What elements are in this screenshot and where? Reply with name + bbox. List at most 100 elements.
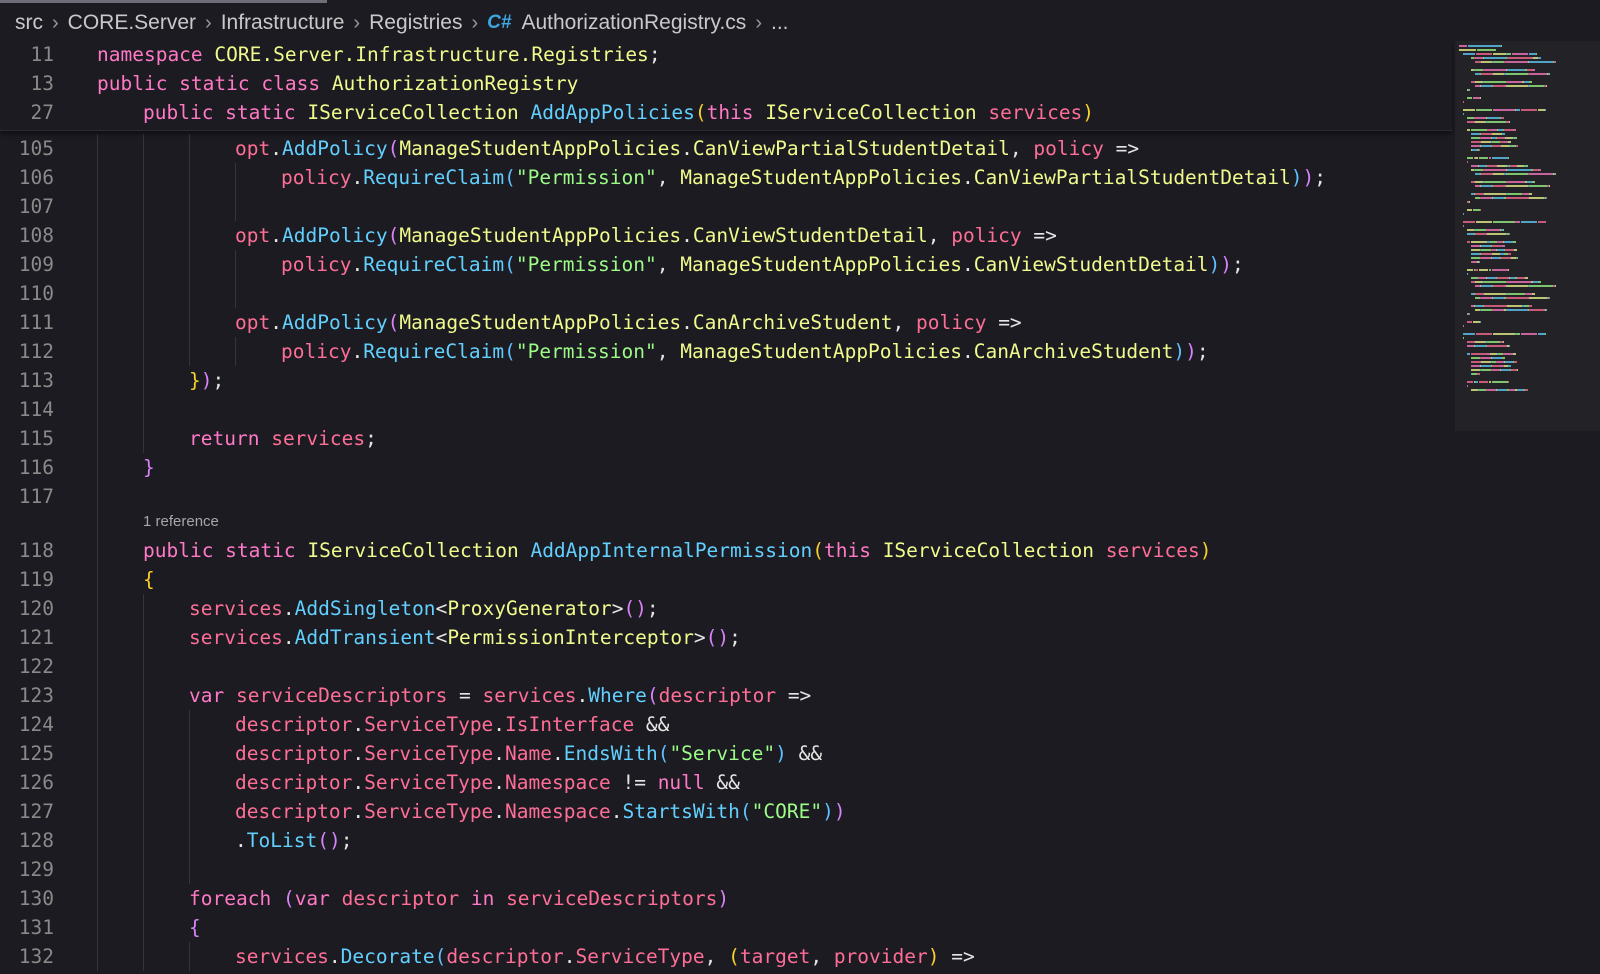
code-token: IServiceCollection [765, 101, 977, 124]
sticky-scroll-header[interactable]: 11 namespace CORE.Server.Infrastructure.R… [0, 41, 1452, 131]
code-token: ) [1208, 253, 1221, 276]
minimap[interactable] [1455, 41, 1600, 974]
code-token: . [576, 684, 589, 707]
code-line[interactable]: 108 opt.AddPolicy(ManageStudentAppPolicie… [0, 221, 1452, 250]
codelens-references-link[interactable]: 1 reference [143, 513, 219, 530]
code-token: . [493, 713, 506, 736]
code-line[interactable]: 11 namespace CORE.Server.Infrastructure.R… [0, 40, 1452, 69]
chevron-right-icon: › [205, 11, 212, 34]
minimap-stripe [1469, 89, 1470, 91]
code-token: policy [281, 340, 352, 363]
code-line[interactable]: 117 [0, 482, 1452, 511]
indent-guide [189, 134, 190, 366]
minimap-stripe [1514, 137, 1517, 139]
code-token: "Permission" [515, 340, 657, 363]
minimap-stripe [1538, 169, 1541, 171]
minimap-stripe [1475, 169, 1483, 171]
code-token: . [552, 742, 564, 765]
code-token: ( [387, 137, 400, 160]
code-line[interactable]: 113}); [0, 366, 1452, 395]
code-line[interactable]: 124 descriptor.ServiceType.IsInterface && [0, 710, 1452, 739]
minimap-stripe [1471, 277, 1478, 279]
breadcrumb-item-core-server[interactable]: CORE.Server [68, 11, 196, 35]
code-line[interactable]: 27 public static IServiceCollection AddAp… [0, 98, 1452, 127]
minimap-stripe [1513, 129, 1516, 131]
code-token: () [317, 829, 341, 852]
minimap-stripe [1467, 157, 1473, 159]
minimap-stripe [1492, 381, 1508, 383]
code-token: Namespace [505, 800, 611, 823]
code-line[interactable]: 107 [0, 192, 1452, 221]
code-token: ) [1082, 101, 1095, 124]
code-token: services [271, 427, 366, 450]
code-line[interactable]: 120 services.AddSingleton<ProxyGenerator>… [0, 594, 1452, 623]
minimap-stripe [1467, 381, 1473, 383]
code-token: null [657, 771, 705, 794]
code-line[interactable]: 123 var serviceDescriptors = services.Whe… [0, 681, 1452, 710]
code-token: ; [365, 427, 377, 450]
code-line[interactable]: 114 [0, 395, 1452, 424]
breadcrumb-item-more[interactable]: ... [771, 11, 789, 35]
code-line[interactable]: 118 public static IServiceCollection AddA… [0, 536, 1452, 565]
code-token: ManageStudentAppPolicies [399, 137, 682, 160]
breadcrumb-item-file[interactable]: AuthorizationRegistry.cs [521, 11, 746, 35]
minimap-stripe [1503, 341, 1504, 343]
minimap-stripe [1484, 305, 1506, 307]
minimap-stripe [1487, 341, 1500, 343]
line-number: 112 [18, 340, 54, 363]
minimap-stripe [1467, 129, 1470, 131]
code-line[interactable]: 111 opt.AddPolicy(ManageStudentAppPolicie… [0, 308, 1452, 337]
code-line[interactable]: 131 { [0, 913, 1452, 942]
code-token: AddTransient [294, 626, 436, 649]
code-token: , [927, 224, 952, 247]
code-token: return [189, 427, 260, 450]
code-line[interactable]: 112 policy.RequireClaim("Permission", Man… [0, 337, 1452, 366]
code-line[interactable]: 105 opt.AddPolicy(ManageStudentAppPolicie… [0, 134, 1452, 163]
code-token: . [270, 311, 282, 334]
code-token: ToList [246, 829, 318, 852]
breadcrumb-item-src[interactable]: src [15, 11, 43, 35]
code-token: Name [505, 742, 553, 765]
code-token: ; [1232, 253, 1244, 276]
code-line[interactable]: 119 { [0, 565, 1452, 594]
code-line[interactable]: 116} [0, 453, 1452, 482]
code-line[interactable]: 121 services.AddTransient<PermissionInter… [0, 623, 1452, 652]
breadcrumb-item-registries[interactable]: Registries [369, 11, 462, 35]
minimap-stripe [1475, 193, 1483, 195]
breadcrumb-item-infrastructure[interactable]: Infrastructure [221, 11, 345, 35]
code-token: . [351, 340, 364, 363]
code-line[interactable]: 132 services.Decorate(descriptor.ServiceT… [0, 942, 1452, 971]
minimap-stripe [1521, 333, 1537, 335]
minimap-stripe [1506, 297, 1528, 299]
code-line[interactable]: 13 public static class AuthorizationRegis… [0, 69, 1452, 98]
code-line[interactable]: 109 policy.RequireClaim("Permission", Man… [0, 250, 1452, 279]
code-line[interactable]: 130 foreach (var descriptor in serviceDes… [0, 884, 1452, 913]
minimap-stripe [1492, 369, 1500, 371]
minimap-stripe [1481, 297, 1492, 299]
minimap-stripe [1475, 381, 1478, 383]
code-token: , [656, 166, 681, 189]
minimap-stripe [1477, 49, 1496, 51]
code-token: Namespace [505, 771, 611, 794]
minimap-stripe [1555, 61, 1556, 63]
minimap-stripe [1463, 225, 1464, 227]
minimap-stripe [1475, 181, 1483, 183]
code-line[interactable]: 125 descriptor.ServiceType.Name.EndsWith(… [0, 739, 1452, 768]
code-line[interactable]: 129 [0, 855, 1452, 884]
code-line[interactable]: 115 return services; [0, 424, 1452, 453]
code-editor[interactable]: 11 namespace CORE.Server.Infrastructure.R… [0, 41, 1452, 974]
code-line[interactable]: 127 descriptor.ServiceType.Namespace.Star… [0, 797, 1452, 826]
code-line[interactable]: 126 descriptor.ServiceType.Namespace != n… [0, 768, 1452, 797]
minimap-stripe [1493, 61, 1504, 63]
code-line[interactable]: 110 [0, 279, 1452, 308]
minimap-stripe [1501, 145, 1510, 147]
code-text: policy.RequireClaim("Permission", Manage… [281, 250, 1244, 279]
code-token: ) [927, 945, 940, 968]
indent-guide [235, 250, 236, 308]
code-line[interactable]: 128 .ToList(); [0, 826, 1452, 855]
code-line[interactable]: 122 [0, 652, 1452, 681]
code-line[interactable]: 106 policy.RequireClaim("Permission", Man… [0, 163, 1452, 192]
code-token: () [705, 626, 730, 649]
minimap-stripe [1476, 333, 1492, 335]
